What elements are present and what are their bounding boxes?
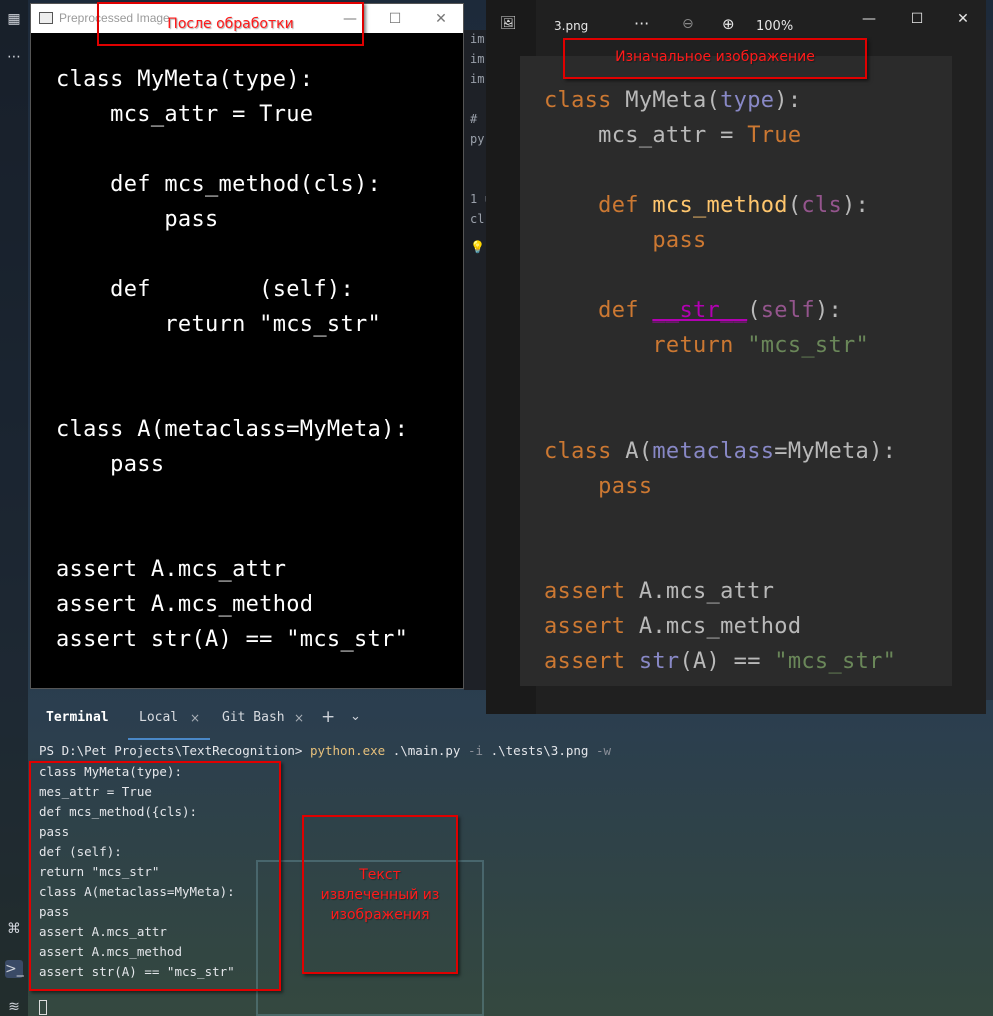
annotation-extracted-text: Текст извлеченный из изображения [302, 815, 458, 974]
code-line: def mcs_method(cls): [544, 193, 870, 218]
terminal-cursor[interactable] [39, 1000, 47, 1015]
minimize-button[interactable]: — [852, 8, 886, 30]
annotation-original-image: Изначальное изображение [563, 38, 867, 79]
zoom-out-icon[interactable]: ⊖ [682, 16, 694, 32]
code-line: assert A.mcs_method [544, 614, 802, 639]
code-line: assert A.mcs_attr [56, 557, 287, 582]
editor-line: cl [470, 212, 485, 226]
tab-local[interactable]: Local [139, 710, 178, 725]
structure-icon[interactable]: ▦ [5, 10, 23, 28]
code-line: assert str(A) == "mcs_str" [56, 627, 409, 652]
original-code-image: class MyMeta(type): mcs_attr = True def … [520, 56, 952, 686]
code-line: pass [56, 452, 165, 477]
code-line: pass [56, 207, 219, 232]
terminal-tab-bar: Terminal Local × Git Bash × + ⌄ [28, 700, 993, 740]
code-line: class MyMeta(type): [56, 67, 314, 92]
new-tab-icon[interactable]: + [321, 707, 335, 727]
code-line: class MyMeta(type): [544, 88, 802, 113]
code-line: def mcs_method(cls): [56, 172, 382, 197]
terminal-title: Terminal [46, 710, 109, 725]
app-icon [39, 12, 53, 24]
code-line: class A(metaclass=MyMeta): [56, 417, 409, 442]
code-line: assert A.mcs_method [56, 592, 314, 617]
lightbulb-icon[interactable]: 💡 [470, 240, 485, 254]
layers-icon[interactable]: ≋ [5, 998, 23, 1016]
ide-tool-strip: ▦ ⋯ ⌘ >_ ≋ [0, 0, 28, 1016]
maximize-button[interactable]: ☐ [380, 8, 410, 30]
preprocessed-image-window: Preprocessed Image — ☐ ✕ class MyMeta(ty… [30, 3, 464, 689]
annotation-label: Текст извлеченный из изображения [320, 867, 440, 923]
annotation-terminal-output [29, 761, 281, 991]
code-line: return "mcs_str" [56, 312, 382, 337]
code-line: mcs_attr = True [544, 123, 802, 148]
terminal-icon[interactable]: >_ [5, 960, 24, 978]
viewer-filename: 3.png [554, 19, 589, 33]
code-line: return "mcs_str" [544, 333, 870, 358]
code-line: pass [544, 474, 653, 499]
code-line: mcs_attr = True [56, 102, 314, 127]
annotation-label: Изначальное изображение [615, 49, 815, 65]
close-button[interactable]: ✕ [426, 8, 456, 30]
editor-line: py [470, 132, 485, 146]
close-icon[interactable]: × [190, 711, 200, 725]
annotation-after-processing: После обработки [97, 2, 364, 46]
terminal-command-line: PS D:\Pet Projects\TextRecognition> pyth… [39, 743, 612, 758]
more-tools-icon[interactable]: ⋯ [5, 48, 23, 66]
maximize-button[interactable]: ☐ [900, 8, 934, 30]
editor-line: im [470, 72, 485, 86]
photo-viewer-window: 🖼 3.png ··· ⊖ ⊕ 100% — ☐ ✕ class MyMeta(… [486, 0, 986, 714]
python-console-icon[interactable]: ⌘ [5, 920, 23, 938]
close-button[interactable]: ✕ [946, 8, 980, 30]
image-icon: 🖼 [500, 16, 517, 31]
more-options-button[interactable]: ··· [634, 14, 649, 33]
editor-line: im [470, 52, 485, 66]
zoom-in-icon[interactable]: ⊕ [722, 15, 735, 33]
annotation-label: После обработки [167, 16, 294, 32]
code-line: assert A.mcs_attr [544, 579, 775, 604]
preprocessed-code-image: class MyMeta(type): mcs_attr = True def … [56, 62, 456, 682]
close-icon[interactable]: × [294, 711, 304, 725]
tab-git-bash[interactable]: Git Bash [222, 710, 285, 725]
code-line: def (self): [56, 277, 354, 302]
code-line: class A(metaclass=MyMeta): [544, 439, 897, 464]
editor-line: im [470, 32, 485, 46]
editor-line: # [470, 112, 478, 126]
chevron-down-icon[interactable]: ⌄ [350, 709, 361, 724]
zoom-level: 100% [756, 19, 794, 34]
code-line: def __str__(self): [544, 298, 843, 323]
code-line: pass [544, 228, 707, 253]
background-window-edge [985, 30, 993, 700]
active-tab-indicator [128, 738, 210, 740]
code-line: assert str(A) == "mcs_str" [544, 649, 897, 674]
